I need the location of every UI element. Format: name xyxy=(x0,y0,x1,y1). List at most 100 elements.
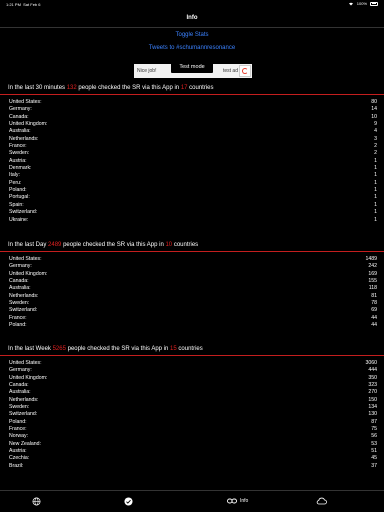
country-count-value: 350 xyxy=(368,374,377,381)
country-count-value: 155 xyxy=(368,278,377,285)
country-name: France: xyxy=(9,426,27,433)
country-count-value: 270 xyxy=(368,389,377,396)
country-count-value: 69 xyxy=(371,307,377,314)
country-count-value: 56 xyxy=(371,433,377,440)
country-count-value: 1 xyxy=(374,201,377,208)
country-name: Australia: xyxy=(9,389,31,396)
country-row: Canada: 323 xyxy=(9,382,377,389)
country-count-value: 1 xyxy=(374,157,377,164)
cloud-icon xyxy=(316,497,327,505)
country-name: United Kingdom: xyxy=(9,121,48,128)
country-name: Poland: xyxy=(9,187,27,194)
country-name: Switzerland: xyxy=(9,209,38,216)
country-count-value: 81 xyxy=(371,292,377,299)
country-row: Denmark: 1 xyxy=(9,165,377,172)
section-divider xyxy=(0,94,384,95)
people-count: 132 xyxy=(66,85,77,91)
country-name: Australia: xyxy=(9,285,31,292)
country-row: Italy: 1 xyxy=(9,172,377,179)
link-icon xyxy=(227,498,237,504)
section-middle: people checked the SR via this App in xyxy=(67,346,169,352)
country-count-value: 1 xyxy=(374,216,377,223)
country-count-value: 37 xyxy=(371,462,377,469)
country-row: United Kingdom: 350 xyxy=(9,375,377,382)
country-name: Germany: xyxy=(9,367,32,374)
country-name: Canada: xyxy=(9,278,29,285)
country-name: Netherlands: xyxy=(9,292,39,299)
country-row: Peru: 1 xyxy=(9,180,377,187)
tab-globe[interactable] xyxy=(32,495,41,507)
country-name: Czechia: xyxy=(9,455,30,462)
country-count-value: 78 xyxy=(371,300,377,307)
checkmark-circle-icon xyxy=(124,496,133,506)
country-name: United States: xyxy=(9,99,42,105)
country-count: 17 xyxy=(180,85,188,91)
page-title: Info xyxy=(186,15,198,21)
battery-percent: 100% xyxy=(356,1,367,6)
tab-cloud[interactable] xyxy=(316,495,327,507)
country-row: Sweden: 2 xyxy=(9,150,377,157)
country-row: Sweden: 134 xyxy=(9,404,377,411)
country-count-value: 134 xyxy=(368,404,377,411)
country-name: United States: xyxy=(9,256,42,262)
country-row: Brazil: 37 xyxy=(9,463,377,470)
tab-info[interactable]: Info xyxy=(227,495,248,507)
country-name: Australia: xyxy=(9,128,31,135)
country-name: United Kingdom: xyxy=(9,374,48,381)
country-row: Netherlands: 81 xyxy=(9,293,377,300)
country-row: Poland: 87 xyxy=(9,419,377,426)
country-count-value: 2 xyxy=(374,143,377,150)
section-prefix: In the last Day xyxy=(8,242,47,248)
country-name: Austria: xyxy=(9,448,27,455)
country-row: Poland: 44 xyxy=(9,322,377,329)
country-count: 15 xyxy=(170,346,177,352)
country-name: Italy: xyxy=(9,172,20,179)
country-row: Germany: 242 xyxy=(9,263,377,270)
country-name: Portugal: xyxy=(9,194,30,201)
adchoices-icon[interactable] xyxy=(239,65,251,77)
country-row: Canada: 155 xyxy=(9,278,377,285)
section-header: In the last Day 2489 people checked the … xyxy=(0,240,384,250)
country-row: France: 44 xyxy=(9,315,377,322)
country-count-value: 1489 xyxy=(365,256,377,262)
people-count: 2489 xyxy=(48,242,62,248)
country-name: United States: xyxy=(9,360,42,366)
section-middle: people checked the SR via this App in xyxy=(78,85,180,91)
tab-check[interactable] xyxy=(124,495,133,507)
country-name: Sweden: xyxy=(9,300,30,307)
country-row: United Kingdom: 9 xyxy=(9,121,377,128)
status-right: 100% xyxy=(348,1,378,6)
toggle-stats-link[interactable]: Toggle Stats xyxy=(0,29,384,42)
country-count-value: 10 xyxy=(371,113,377,120)
country-count-value: 1 xyxy=(374,209,377,216)
tab-bar: Info xyxy=(0,490,384,512)
country-row: Australia: 118 xyxy=(9,285,377,292)
country-row: France: 75 xyxy=(9,426,377,433)
country-count-value: 75 xyxy=(371,426,377,433)
country-name: Brazil: xyxy=(9,462,24,469)
section-prefix: In the last 30 minutes xyxy=(8,85,66,91)
country-count-value: 44 xyxy=(371,314,377,321)
country-row: United States: 3060 xyxy=(9,360,377,367)
country-row: Germany: 444 xyxy=(9,367,377,374)
country-count-value: 323 xyxy=(368,382,377,389)
people-count: 5265 xyxy=(52,346,66,352)
country-list: United States: 3060 Germany: 444 United King… xyxy=(0,360,384,470)
country-count-value: 44 xyxy=(371,322,377,329)
country-row: Ukraine: 1 xyxy=(9,217,377,224)
test-mode-label: Test mode xyxy=(171,62,213,73)
country-count-value: 51 xyxy=(371,448,377,455)
country-count-value: 150 xyxy=(368,396,377,403)
country-name: Denmark: xyxy=(9,165,32,172)
country-count-value: 3060 xyxy=(365,360,377,366)
status-bar: 1:21 PM Sat Feb 6 100% xyxy=(0,0,384,8)
country-name: Peru: xyxy=(9,179,22,186)
country-count-value: 169 xyxy=(368,270,377,277)
stats-section: In the last Day 2489 people checked the … xyxy=(0,240,384,329)
country-row: Australia: 270 xyxy=(9,389,377,396)
country-row: Switzerland: 130 xyxy=(9,411,377,418)
wifi-icon xyxy=(348,2,353,6)
country-count-value: 80 xyxy=(371,99,377,105)
tweets-link[interactable]: Tweets to #schumannresonance xyxy=(0,42,384,55)
country-row: Germany: 14 xyxy=(9,106,377,113)
